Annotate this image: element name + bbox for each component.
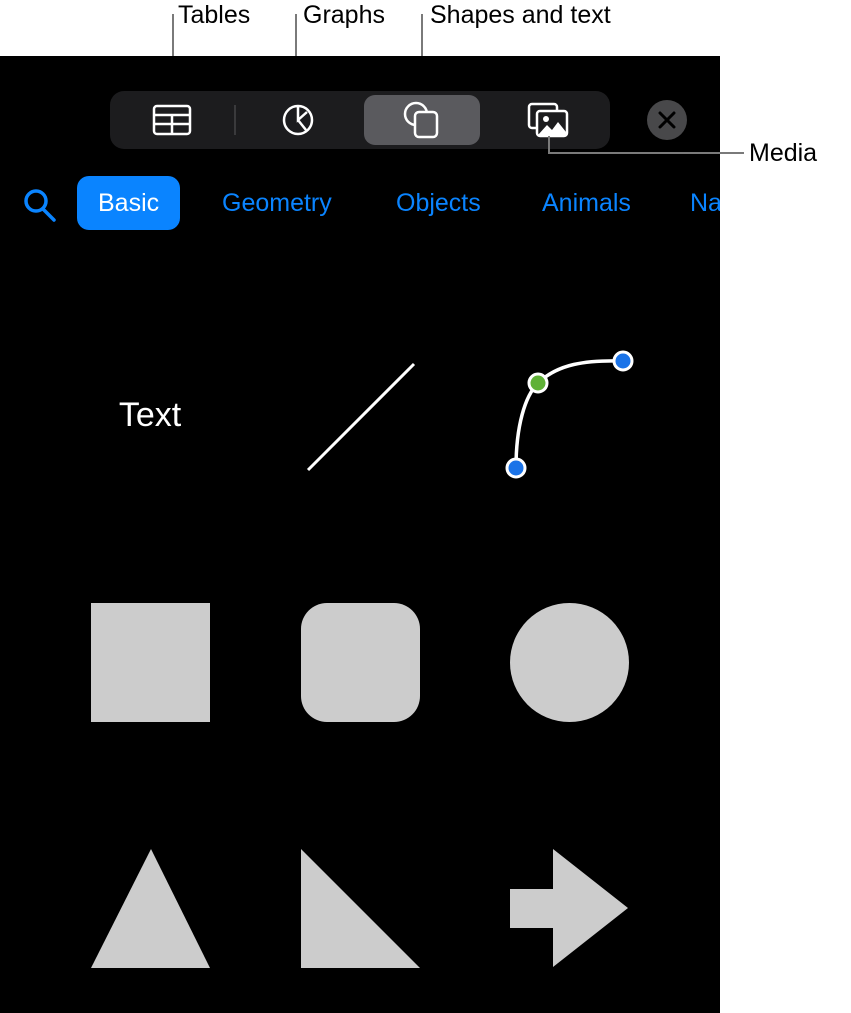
- curve-endpoint-start[interactable]: [505, 457, 527, 479]
- shapes-icon: [403, 101, 439, 139]
- shapes-and-text-callout: Shapes and text: [430, 1, 611, 29]
- category-objects[interactable]: Objects: [396, 176, 481, 230]
- tables-callout: Tables: [178, 1, 251, 29]
- curve-endpoint-end[interactable]: [612, 350, 634, 372]
- text-shape[interactable]: Text: [90, 396, 210, 435]
- line-shape[interactable]: [300, 356, 424, 480]
- category-geometry[interactable]: Geometry: [222, 176, 332, 230]
- arrow-shape[interactable]: [510, 849, 630, 969]
- curve-shape[interactable]: [495, 346, 645, 486]
- rounded-square-shape[interactable]: [301, 603, 420, 722]
- toolbar-divider: [234, 105, 236, 135]
- shape-picker-panel: Basic Geometry Objects Animals Na Text: [0, 56, 720, 1013]
- close-button[interactable]: [647, 100, 687, 140]
- graphs-callout: Graphs: [303, 1, 385, 29]
- media-callout-line-h: [548, 152, 744, 154]
- category-bar: Basic Geometry Objects Animals Na: [0, 176, 720, 232]
- triangle-shape[interactable]: [91, 849, 211, 969]
- square-shape[interactable]: [91, 603, 210, 722]
- category-animals[interactable]: Animals: [542, 176, 631, 230]
- insert-toolbar: [110, 91, 610, 149]
- close-icon: [658, 111, 676, 129]
- photo-icon: [527, 102, 569, 138]
- right-triangle-shape[interactable]: [301, 849, 421, 969]
- category-nature[interactable]: Na: [690, 176, 720, 230]
- table-icon: [152, 104, 192, 136]
- category-basic[interactable]: Basic: [77, 176, 181, 230]
- shapes-button[interactable]: [364, 95, 480, 145]
- search-icon[interactable]: [22, 188, 58, 222]
- circle-shape[interactable]: [510, 603, 629, 722]
- media-callout: Media: [749, 139, 818, 167]
- curve-control-point[interactable]: [527, 372, 549, 394]
- tables-button[interactable]: [124, 95, 220, 145]
- graphs-button[interactable]: [250, 95, 346, 145]
- pie-chart-icon: [282, 104, 314, 136]
